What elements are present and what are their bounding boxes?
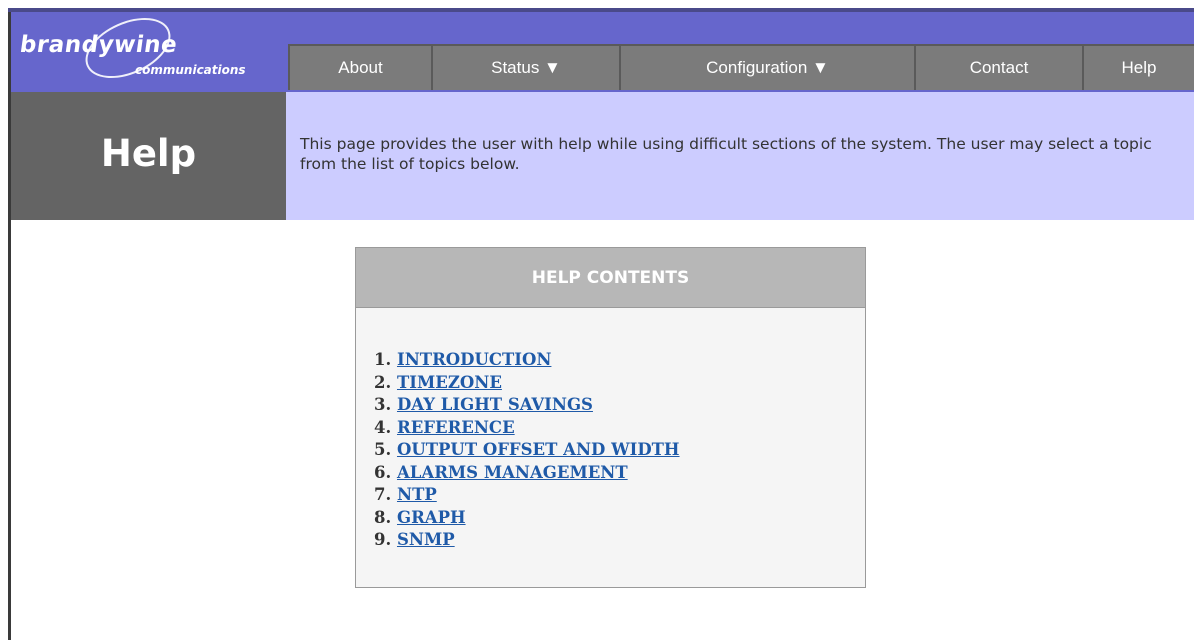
help-topic-link[interactable]: INTRODUCTION (397, 350, 551, 369)
help-topic-list: 1. INTRODUCTION 2. TIMEZONE 3. DAY LIGHT S… (374, 349, 680, 552)
nav-about-button[interactable]: About (288, 44, 431, 90)
help-topic-number: 5. (374, 440, 392, 459)
help-topic-item: 1. INTRODUCTION (374, 349, 680, 372)
help-topic-number: 7. (374, 485, 392, 504)
help-topic-number: 8. (374, 507, 392, 527)
help-topic-item: 9. SNMP (374, 529, 680, 552)
page-title-panel: Help (11, 92, 286, 220)
help-topic-item: 5. OUTPUT OFFSET AND WIDTH (374, 439, 680, 462)
nav-contact-button[interactable]: Contact (914, 44, 1082, 90)
help-topic-link[interactable]: DAY LIGHT SAVINGS (397, 395, 593, 414)
help-topic-number: 2. (374, 372, 392, 392)
help-topic-number: 9. (374, 530, 392, 549)
help-topic-item: 8. GRAPH (374, 507, 680, 530)
brandywine-logo[interactable]: brandywine communications (11, 5, 286, 92)
help-topic-item: 4. REFERENCE (374, 417, 680, 440)
help-topic-number: 1. (374, 350, 392, 369)
nav-configuration-dropdown[interactable]: Configuration ▼ (619, 44, 914, 90)
help-topic-link[interactable]: ALARMS MANAGEMENT (397, 463, 628, 482)
help-topic-number: 6. (374, 462, 392, 482)
help-topic-item: 7. NTP (374, 484, 680, 507)
help-topic-link[interactable]: GRAPH (397, 508, 466, 527)
help-topic-item: 2. TIMEZONE (374, 372, 680, 395)
help-topic-number: 3. (374, 395, 392, 414)
help-topic-link[interactable]: SNMP (397, 530, 455, 549)
help-topic-item: 6. ALARMS MANAGEMENT (374, 462, 680, 485)
logo-wordmark: brandywine (18, 32, 180, 58)
nav-status-dropdown[interactable]: Status ▼ (431, 44, 619, 90)
help-topic-number: 4. (374, 417, 392, 437)
help-topic-link[interactable]: OUTPUT OFFSET AND WIDTH (397, 440, 680, 459)
help-contents-heading: HELP CONTENTS (356, 248, 865, 308)
nav-help-button[interactable]: Help (1082, 44, 1194, 90)
page-title: Help (100, 132, 197, 175)
logo-tagline: communications (135, 63, 246, 77)
help-topic-item: 3. DAY LIGHT SAVINGS (374, 394, 680, 417)
page-description-panel: This page provides the user with help wh… (286, 92, 1194, 220)
help-topic-link[interactable]: NTP (397, 485, 437, 504)
help-contents-panel: HELP CONTENTS 1. INTRODUCTION 2. TIMEZONE… (355, 247, 866, 588)
help-topic-link[interactable]: REFERENCE (397, 418, 515, 437)
help-topic-link[interactable]: TIMEZONE (397, 373, 502, 392)
page-description: This page provides the user with help wh… (300, 135, 1152, 173)
